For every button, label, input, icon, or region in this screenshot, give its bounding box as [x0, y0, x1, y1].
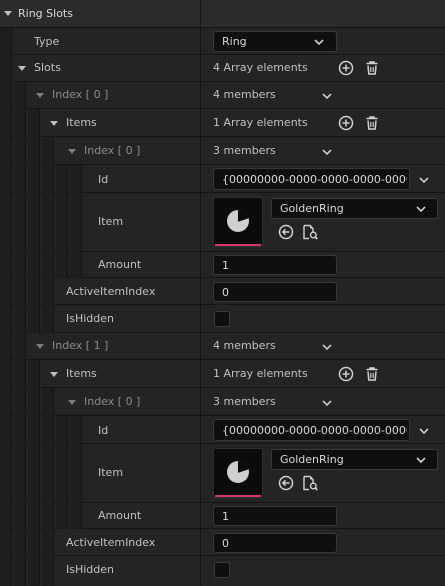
active-item-index-field[interactable]: 0 — [213, 533, 337, 553]
items-count: 1 Array elements — [213, 367, 308, 380]
browse-to-asset-icon[interactable] — [301, 474, 319, 492]
chevron-down-icon[interactable] — [419, 175, 429, 185]
is-hidden-row: IsHidden — [0, 556, 445, 586]
id-field[interactable]: {00000000-0000-0000-0000-00000 — [213, 419, 410, 441]
item-row: Item GoldenRing — [0, 444, 445, 503]
asset-thumbnail-icon[interactable] — [213, 448, 263, 498]
amount-row: Amount 1 — [0, 252, 445, 278]
asset-thumbnail-icon[interactable] — [213, 197, 263, 247]
chevron-down-icon — [314, 37, 324, 47]
amount-row: Amount 1 — [0, 503, 445, 529]
slots-count: 4 Array elements — [213, 61, 308, 74]
ring-slots-row[interactable]: Ring Slots — [0, 0, 445, 28]
slots-row[interactable]: Slots 4 Array elements — [0, 55, 445, 82]
item-0-row[interactable]: Index [ 0 ] 3 members — [0, 137, 445, 165]
slot-0-row[interactable]: Index [ 0 ] 4 members — [0, 82, 445, 109]
items-row[interactable]: Items 1 Array elements — [0, 360, 445, 388]
chevron-down-icon[interactable] — [322, 342, 332, 352]
chevron-down-icon[interactable] — [419, 426, 429, 436]
item-row: Item GoldenRing — [0, 193, 445, 252]
item-asset-combo[interactable]: GoldenRing — [271, 449, 438, 470]
is-hidden-checkbox[interactable] — [214, 562, 230, 578]
use-selected-asset-icon[interactable] — [277, 223, 295, 241]
add-element-icon[interactable] — [337, 114, 355, 132]
item-members: 3 members — [213, 395, 276, 408]
item-asset-combo[interactable]: GoldenRing — [271, 198, 438, 219]
chevron-down-icon[interactable] — [322, 91, 332, 101]
chevron-down-icon[interactable] — [322, 398, 332, 408]
add-element-icon[interactable] — [337, 59, 355, 77]
delete-icon[interactable] — [363, 114, 381, 132]
id-row: Id {00000000-0000-0000-0000-00000 — [0, 416, 445, 444]
add-element-icon[interactable] — [337, 365, 355, 383]
item-members: 3 members — [213, 144, 276, 157]
delete-icon[interactable] — [363, 365, 381, 383]
details-panel: Ring Slots Type Ring Slots 4 Array eleme… — [0, 0, 445, 586]
asset-type-bar — [215, 244, 261, 246]
active-item-index-field[interactable]: 0 — [213, 282, 337, 302]
is-hidden-row: IsHidden — [0, 305, 445, 333]
asset-type-bar — [215, 495, 261, 497]
type-combo[interactable]: Ring — [213, 31, 337, 52]
slot-members: 4 members — [213, 339, 276, 352]
id-field[interactable]: {00000000-0000-0000-0000-00000 — [213, 168, 410, 190]
amount-field[interactable]: 1 — [213, 506, 337, 526]
id-row: Id {00000000-0000-0000-0000-00000 — [0, 165, 445, 193]
slot-members: 4 members — [213, 88, 276, 101]
chevron-down-icon — [416, 204, 426, 214]
browse-to-asset-icon[interactable] — [301, 223, 319, 241]
active-item-index-row: ActiveItemIndex 0 — [0, 529, 445, 556]
is-hidden-checkbox[interactable] — [214, 311, 230, 327]
items-row[interactable]: Items 1 Array elements — [0, 109, 445, 137]
items-count: 1 Array elements — [213, 116, 308, 129]
type-row: Type Ring — [0, 28, 445, 55]
use-selected-asset-icon[interactable] — [277, 474, 295, 492]
slot-1-row[interactable]: Index [ 1 ] 4 members — [0, 333, 445, 360]
delete-icon[interactable] — [363, 59, 381, 77]
item-0-row[interactable]: Index [ 0 ] 3 members — [0, 388, 445, 416]
chevron-down-icon[interactable] — [322, 147, 332, 157]
amount-field[interactable]: 1 — [213, 255, 337, 275]
chevron-down-icon — [416, 455, 426, 465]
active-item-index-row: ActiveItemIndex 0 — [0, 278, 445, 305]
